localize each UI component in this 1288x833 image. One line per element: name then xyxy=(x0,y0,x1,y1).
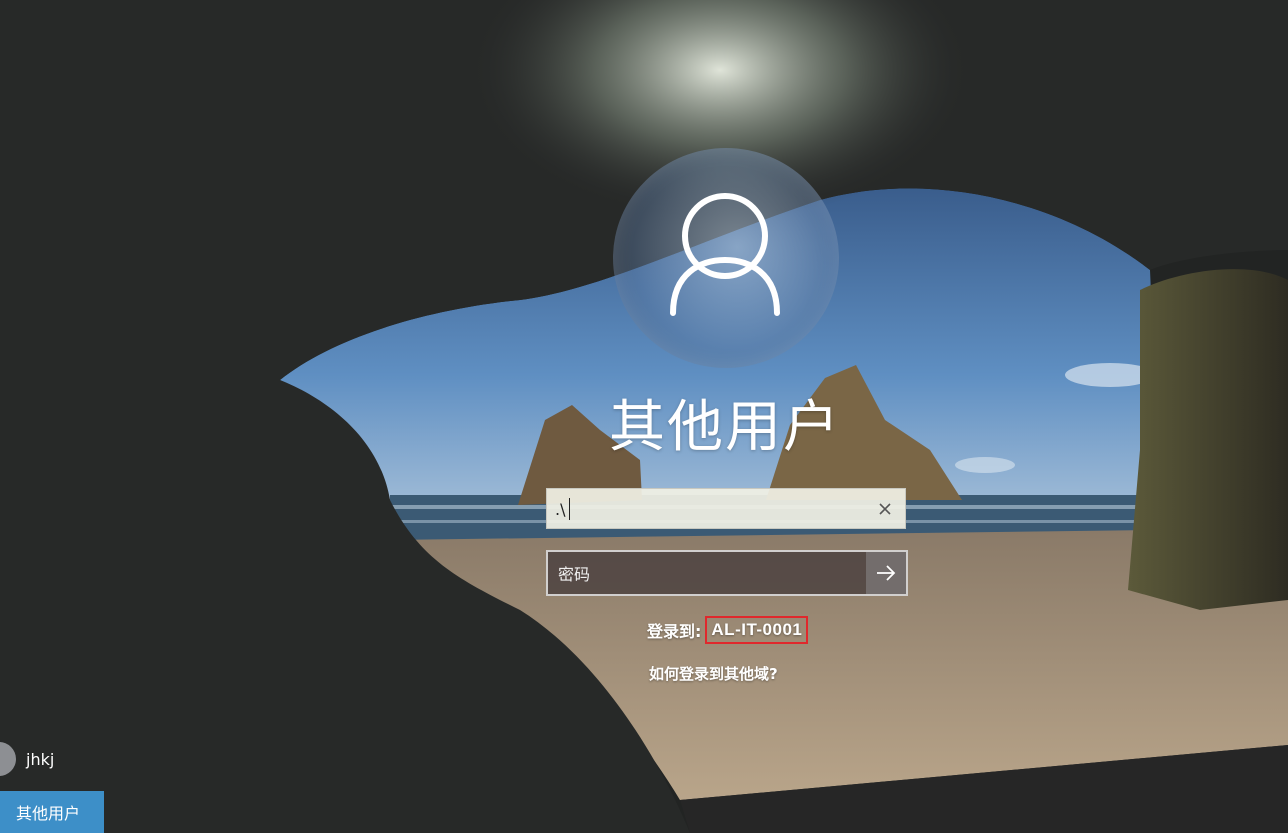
other-domain-link[interactable]: 如何登录到其他域? xyxy=(649,663,778,684)
arrow-right-icon xyxy=(877,565,896,581)
clear-button[interactable] xyxy=(871,495,899,523)
submit-button[interactable] xyxy=(866,552,906,594)
user-tile-other-user[interactable]: 其他用户 xyxy=(0,791,104,833)
user-display-name: 其他用户 xyxy=(609,395,841,460)
avatar xyxy=(0,742,16,776)
user-tile-label: jhkj xyxy=(26,749,55,769)
user-tile-jhkj[interactable]: jhkj xyxy=(0,740,54,778)
user-silhouette-icon xyxy=(670,193,780,316)
user-list: jhkj 其他用户 xyxy=(0,735,110,833)
lock-screen: 其他用户 登录到: AL-IT-0001 如何登录到其他域? jhkj 其他用户 xyxy=(0,0,1288,833)
password-input[interactable] xyxy=(558,562,858,586)
signin-to-row: 登录到: AL-IT-0001 xyxy=(647,616,809,644)
domain-name: AL-IT-0001 xyxy=(705,616,809,644)
user-avatar xyxy=(613,148,839,368)
password-field[interactable] xyxy=(546,550,908,596)
text-caret xyxy=(569,498,570,520)
user-tile-label: 其他用户 xyxy=(16,804,81,823)
username-field[interactable] xyxy=(546,488,906,529)
close-icon xyxy=(879,503,891,515)
username-input[interactable] xyxy=(555,497,855,521)
signin-to-label: 登录到: xyxy=(647,622,702,641)
